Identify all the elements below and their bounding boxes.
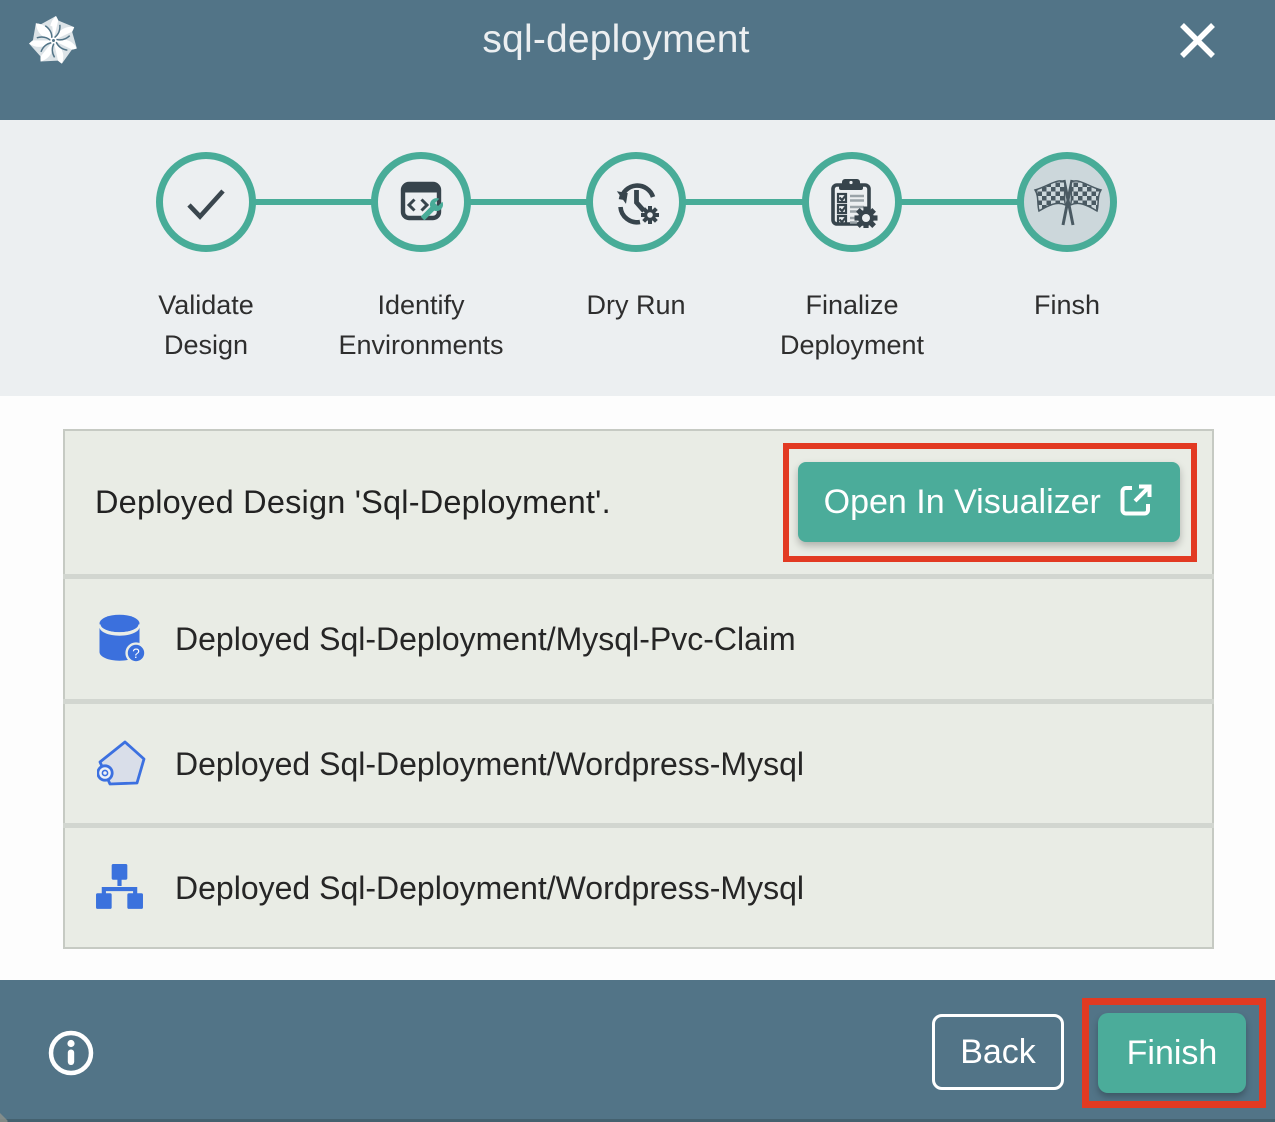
svg-text:?: ?	[132, 646, 140, 661]
